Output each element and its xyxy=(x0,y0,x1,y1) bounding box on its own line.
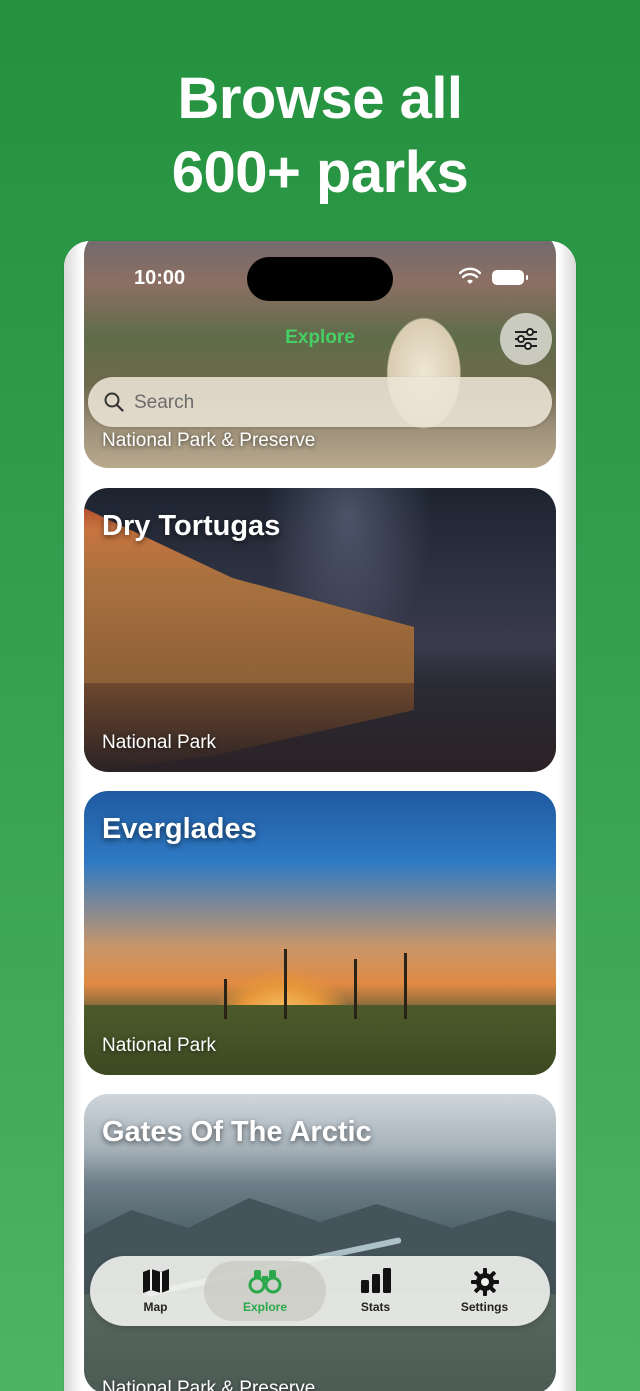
park-type: National Park xyxy=(102,1035,217,1056)
search-input[interactable] xyxy=(132,377,536,429)
search-bar[interactable] xyxy=(88,377,552,429)
headline-line1: Browse all xyxy=(177,66,463,131)
sliders-icon xyxy=(515,328,537,350)
map-icon xyxy=(142,1269,169,1293)
wifi-icon xyxy=(459,267,481,284)
tab-bar: Map Explore Stats Settings xyxy=(90,1256,550,1326)
park-card-everglades[interactable]: Everglades National Park xyxy=(84,791,556,1075)
park-name: Everglades xyxy=(102,813,257,845)
park-name: Dry Tortugas xyxy=(102,510,281,542)
filter-button[interactable] xyxy=(500,313,552,365)
park-type: National Park xyxy=(102,732,217,753)
search-icon xyxy=(104,392,124,412)
tree xyxy=(224,979,227,1019)
tab-stats[interactable]: Stats xyxy=(318,1256,433,1326)
bar-chart-icon xyxy=(360,1268,391,1293)
park-name: Gates Of The Arctic xyxy=(102,1116,372,1148)
tree xyxy=(284,949,287,1019)
tab-settings[interactable]: Settings xyxy=(427,1256,542,1326)
park-type: National Park & Preserve xyxy=(102,1378,316,1391)
status-time: 10:00 xyxy=(134,267,186,289)
headline-line2: 600+ parks xyxy=(171,140,469,205)
phone-frame: National Park & Preserve Dry Tortugas Na… xyxy=(64,241,576,1391)
park-card-gates-of-the-arctic[interactable]: Gates Of The Arctic National Park & Pres… xyxy=(84,1094,556,1391)
status-bar: 10:00 xyxy=(64,241,576,321)
headline: Browse all 600+ parks xyxy=(0,62,640,210)
tree xyxy=(354,959,357,1019)
battery-icon xyxy=(492,270,528,285)
tab-explore[interactable]: Explore xyxy=(204,1261,326,1321)
binoculars-icon xyxy=(248,1270,282,1294)
tab-map[interactable]: Map xyxy=(98,1256,213,1326)
dynamic-island xyxy=(247,257,393,301)
park-type: National Park & Preserve xyxy=(102,430,316,451)
tab-label: Stats xyxy=(360,1300,391,1314)
park-card-dry-tortugas[interactable]: Dry Tortugas National Park xyxy=(84,488,556,772)
tab-label: Settings xyxy=(460,1300,509,1314)
tree xyxy=(404,953,407,1019)
tab-label: Map xyxy=(143,1300,168,1314)
gear-icon xyxy=(470,1268,499,1296)
tab-label: Explore xyxy=(242,1300,287,1314)
